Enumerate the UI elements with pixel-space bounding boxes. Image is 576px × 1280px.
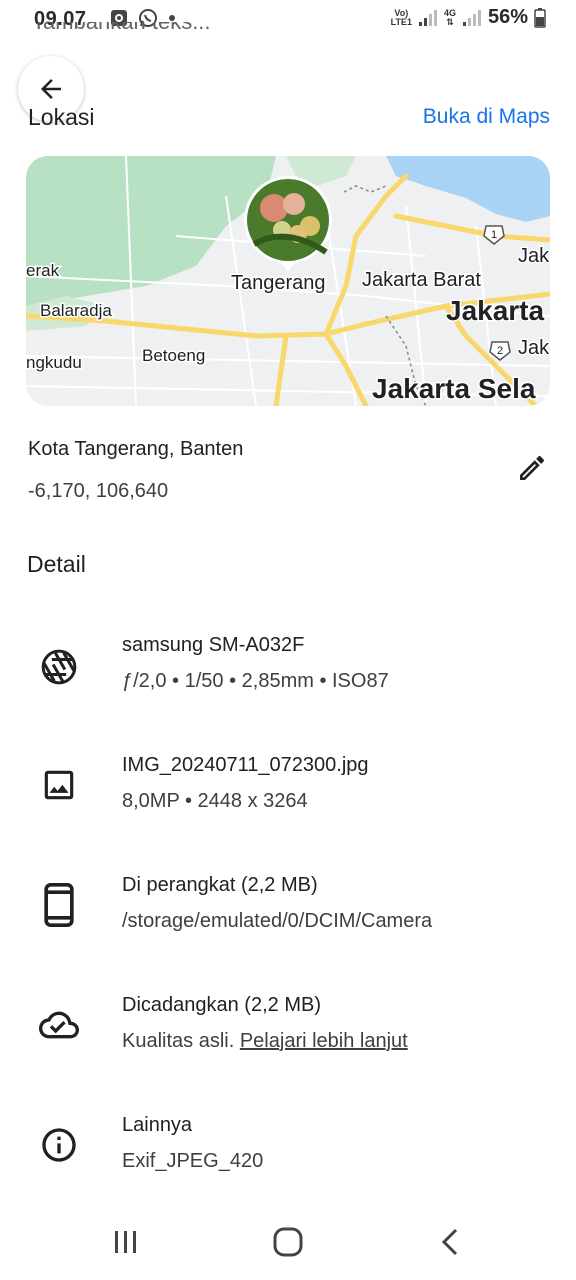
exif-format: Exif_JPEG_420 xyxy=(122,1150,264,1172)
home-button[interactable] xyxy=(258,1222,318,1262)
battery-percent: 56% xyxy=(487,6,528,28)
location-map[interactable]: 1 2 Tangerang Jakarta Barat Jakarta Jaka… xyxy=(26,156,550,406)
detail-row-camera: samsung SM-A032F ƒ/2,0 • 1/50 • 2,85mm •… xyxy=(0,634,576,714)
recent-apps-icon xyxy=(115,1231,136,1253)
location-coordinates: -6,170, 106,640 xyxy=(28,480,169,502)
dot-icon xyxy=(169,15,175,21)
location-name: Kota Tangerang, Banten xyxy=(28,438,244,460)
pencil-icon xyxy=(520,455,545,480)
chevron-left-icon xyxy=(441,1228,458,1256)
learn-more-link[interactable]: Pelajari lebih lanjut xyxy=(240,1030,408,1052)
system-navigation-bar xyxy=(0,1208,576,1280)
map-label-jakarta: Jakarta xyxy=(446,295,545,326)
map-label-ngkudu: ngkudu xyxy=(26,353,82,372)
image-resolution: 8,0MP • 2448 x 3264 xyxy=(122,790,308,812)
detail-row-other: Lainnya Exif_JPEG_420 xyxy=(0,1114,576,1194)
detail-row-backup: Dicadangkan (2,2 MB) Kualitas asli. Pela… xyxy=(0,994,576,1074)
detail-row-file: IMG_20240711_072300.jpg 8,0MP • 2448 x 3… xyxy=(0,754,576,834)
system-back-button[interactable] xyxy=(420,1222,480,1262)
camera-shutter-icon xyxy=(41,649,77,685)
signal-icon-2 xyxy=(462,9,481,26)
info-icon xyxy=(42,1128,76,1162)
caption-cut-text: Tambahkan teks... xyxy=(32,22,211,40)
other-label: Lainnya xyxy=(122,1114,193,1136)
home-icon xyxy=(273,1227,303,1257)
map-label-tangerang: Tangerang xyxy=(231,272,326,294)
map-label-balaradja: Balaradja xyxy=(40,301,112,320)
backup-quality-label: Kualitas asli. xyxy=(122,1030,235,1052)
phone-device-icon xyxy=(44,883,74,927)
network-4g-indicator: 4G ⇅ xyxy=(443,7,456,27)
file-name: IMG_20240711_072300.jpg xyxy=(122,754,369,776)
open-in-maps-link[interactable]: Buka di Maps xyxy=(423,105,550,129)
map-label-jak-1: Jak xyxy=(518,245,550,267)
edit-location-button[interactable] xyxy=(512,448,552,488)
location-section-title: Lokasi xyxy=(28,104,95,130)
map-label-betoeng: Betoeng xyxy=(142,346,205,365)
map-label-jakarta-barat: Jakarta Barat xyxy=(362,269,481,291)
device-storage-path: /storage/emulated/0/DCIM/Camera xyxy=(122,910,433,932)
detail-section-title: Detail xyxy=(27,551,86,577)
battery-icon xyxy=(534,7,546,28)
svg-text:1: 1 xyxy=(491,229,497,241)
volte-indicator: Vo) LTE1 xyxy=(390,7,412,27)
arrow-back-icon xyxy=(41,79,61,99)
svg-text:2: 2 xyxy=(497,345,503,357)
map-label-erak: erak xyxy=(26,261,60,280)
camera-settings: ƒ/2,0 • 1/50 • 2,85mm • ISO87 xyxy=(122,670,389,692)
signal-icon xyxy=(418,9,437,26)
image-icon xyxy=(44,770,74,800)
recent-apps-button[interactable] xyxy=(96,1222,156,1262)
device-storage-size: Di perangkat (2,2 MB) xyxy=(122,874,318,896)
map-label-jakarta-selatan: Jakarta Sela xyxy=(372,373,536,404)
backup-status: Dicadangkan (2,2 MB) xyxy=(122,994,321,1016)
detail-row-device: Di perangkat (2,2 MB) /storage/emulated/… xyxy=(0,874,576,954)
camera-model: samsung SM-A032F xyxy=(122,634,305,656)
cloud-done-icon xyxy=(39,1011,79,1039)
map-label-jak-2: Jak xyxy=(518,337,550,359)
backup-quality: Kualitas asli. Pelajari lebih lanjut xyxy=(122,1030,408,1053)
